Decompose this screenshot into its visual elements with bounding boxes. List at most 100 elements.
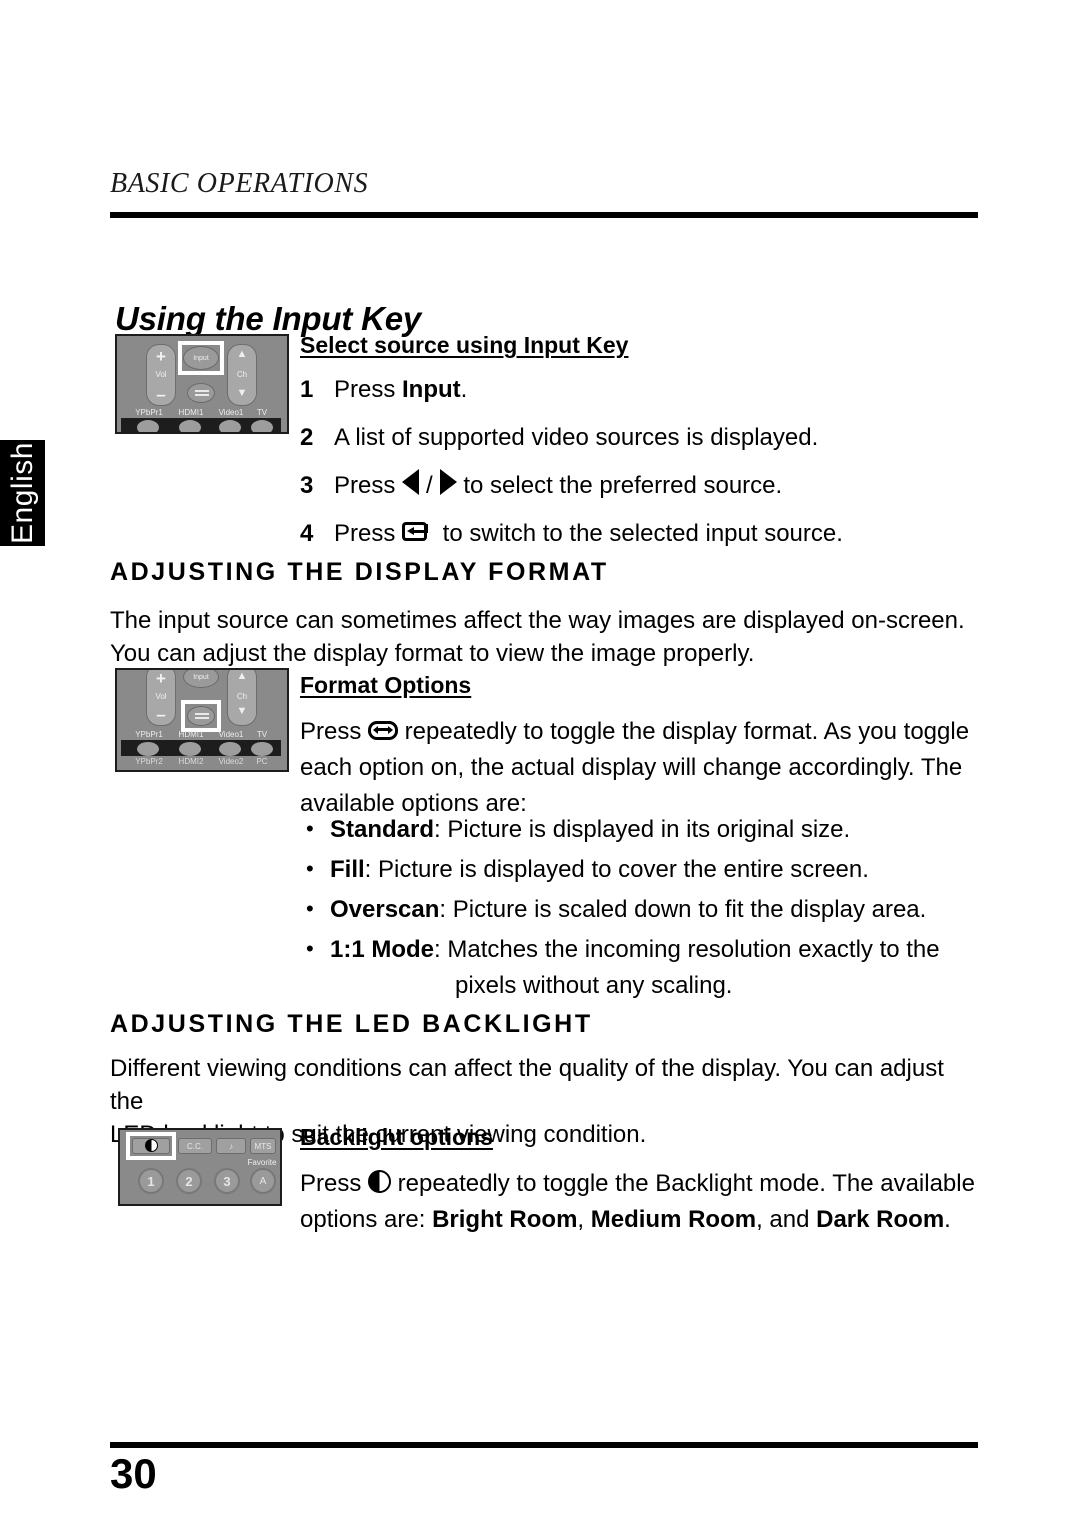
source-label-top-3: TV (256, 730, 268, 739)
footer-rule (110, 1442, 978, 1448)
closed-caption-button: C.C. (178, 1138, 212, 1154)
step-4-number: 4 (300, 520, 314, 547)
channel-rocker-2: ▲ Ch ▼ (227, 670, 257, 726)
option-desc-one-to-one: : Matches the incoming resolution exactl… (434, 936, 940, 963)
step-1: 1 Press Input. (300, 366, 980, 414)
backlight-mode-bright: Bright Room (432, 1206, 578, 1233)
volume-label-2: Vol (155, 692, 167, 701)
channel-rocker: ▲ Ch ▼ (227, 344, 257, 406)
source-button-2-3 (251, 742, 273, 756)
step-3-text-pre: Press (334, 472, 403, 499)
backlight-sep-1: , (577, 1206, 591, 1233)
step-3: 3 Press / to select the preferred source. (300, 462, 980, 510)
step-1-text-bold: Input (402, 376, 461, 403)
step-4: 4 Press to switch to the selected input s… (300, 510, 980, 558)
enter-key-icon (402, 522, 436, 543)
backlight-mode-medium: Medium Room (590, 1206, 757, 1233)
number-button-1: 1 (138, 1168, 164, 1194)
format-options-paragraph: Press repeatedly to toggle the display f… (300, 714, 980, 822)
list-item-overscan: • Overscan: Picture is scaled down to fit… (300, 892, 980, 928)
input-button-2: Input (183, 670, 219, 688)
list-item-one-to-one: • 1:1 Mode: Matches the incoming resoluti… (300, 932, 980, 1004)
option-desc-standard: : Picture is displayed in its original s… (434, 816, 851, 843)
format-options-line1: Press repeatedly to toggle the display f… (300, 714, 980, 750)
display-format-icon (368, 721, 399, 741)
favorite-label: Favorite (247, 1158, 277, 1167)
source-button-3 (251, 420, 273, 432)
source-label-bottom-0: YPbPr2 (135, 757, 163, 766)
input-key-subhead: Select source using Input Key (300, 332, 629, 358)
led-backlight-intro-line1: Different viewing conditions can affect … (110, 1055, 944, 1115)
input-button-label-2: Input (193, 674, 209, 681)
volume-up-label-2: + (156, 669, 166, 688)
backlight-options-subhead: Backlight options (300, 1124, 493, 1150)
source-label-1: HDMI1 (178, 408, 204, 417)
source-button-2 (219, 420, 241, 432)
volume-label: Vol (155, 370, 167, 379)
list-item-standard: • Standard: Picture is displayed in its o… (300, 812, 980, 848)
source-button-2-2 (219, 742, 241, 756)
format-press-pre: Press (300, 718, 369, 745)
option-desc-fill: : Picture is displayed to cover the enti… (364, 856, 869, 883)
bullet-dot: • (306, 896, 314, 921)
language-side-tab-label: English (5, 442, 39, 544)
closed-caption-label: C.C. (187, 1142, 203, 1151)
format-options-list: • Standard: Picture is displayed in its o… (300, 812, 980, 1008)
backlight-options-prefix: options are: (300, 1206, 433, 1233)
source-label-3: TV (256, 408, 268, 417)
channel-label: Ch (236, 370, 248, 379)
number-button-2: 2 (176, 1168, 202, 1194)
option-desc-overscan: : Picture is scaled down to fit the disp… (439, 896, 927, 923)
backlight-end-period: . (944, 1206, 951, 1233)
display-format-intro: The input source can sometimes affect th… (110, 604, 978, 670)
mts-label: MTS (254, 1142, 272, 1151)
channel-down-label-2: ▼ (236, 705, 248, 717)
backlight-press-post-1: repeatedly to toggle the Backlight mode.… (391, 1170, 975, 1197)
source-button-2-0 (137, 742, 159, 756)
step-1-text-post: . (460, 376, 468, 403)
input-button-highlight (178, 341, 224, 375)
bullet-dot: • (306, 856, 314, 881)
step-2: 2 A list of supported video sources is di… (300, 414, 980, 462)
volume-rocker: + Vol – (146, 344, 176, 406)
source-label-bottom-1: HDMI2 (178, 757, 204, 766)
remote-diagram-format: + Vol – Input ▲ Ch ▼ YPbPr1 HDMI1 Video1… (115, 668, 289, 772)
volume-down-label-2: – (156, 705, 166, 724)
led-backlight-heading: ADJUSTING THE LED BACKLIGHT (110, 1010, 593, 1038)
format-options-subhead: Format Options (300, 672, 472, 698)
source-label-0: YPbPr1 (135, 408, 163, 417)
backlight-options-line1: Press repeatedly to toggle the Backlight… (300, 1166, 990, 1202)
source-button-2-1 (179, 742, 201, 756)
step-1-number: 1 (300, 376, 314, 403)
display-format-intro-line1: The input source can sometimes affect th… (110, 607, 965, 634)
step-3-text-post: to select the preferred source. (456, 472, 783, 499)
step-3-number: 3 (300, 472, 314, 499)
step-4-text-post: to switch to the selected input source. (436, 520, 843, 547)
volume-rocker-2: + Vol – (146, 669, 176, 726)
format-button (187, 383, 215, 403)
format-options-line2: each option on, the actual display will … (300, 754, 963, 781)
running-head: BASIC OPERATIONS (110, 168, 369, 199)
step-2-number: 2 (300, 424, 314, 451)
option-name-overscan: Overscan (330, 896, 440, 923)
bullet-dot: • (306, 816, 314, 841)
arrow-separator: / (426, 472, 433, 499)
source-button-1 (179, 420, 201, 432)
format-button-highlight (181, 700, 221, 732)
format-press-post-1: repeatedly to toggle the display format.… (398, 718, 970, 745)
number-button-3-label: 3 (223, 1174, 231, 1189)
backlight-sep-2: , and (756, 1206, 817, 1233)
channel-down-label: ▼ (236, 387, 248, 399)
number-button-2-label: 2 (185, 1174, 193, 1189)
step-2-text: A list of supported video sources is dis… (334, 424, 819, 451)
right-arrow-icon (439, 469, 457, 495)
language-side-tab: English (0, 440, 45, 546)
remote-diagram-backlight: C.C. ♪ MTS Favorite 1 2 3 A (118, 1128, 282, 1206)
backlight-button-highlight (126, 1132, 176, 1160)
source-label-top-0: YPbPr1 (135, 730, 163, 739)
channel-label-2: Ch (236, 692, 248, 701)
backlight-options-paragraph: Press repeatedly to toggle the Backlight… (300, 1166, 990, 1238)
option-desc-one-to-one-continued: pixels without any scaling. (455, 972, 733, 999)
page-number: 30 (110, 1450, 157, 1497)
option-name-fill: Fill (330, 856, 365, 883)
